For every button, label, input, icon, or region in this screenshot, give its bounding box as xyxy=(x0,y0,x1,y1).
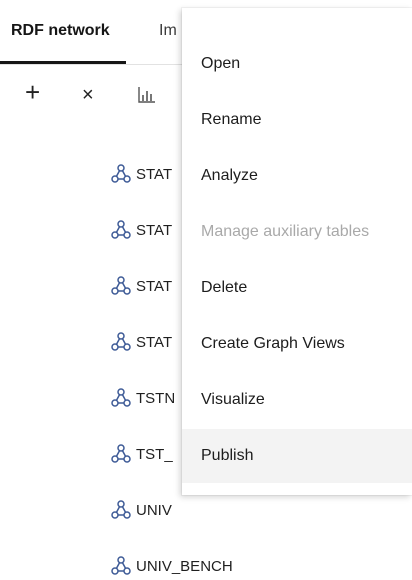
chart-icon[interactable] xyxy=(137,86,157,107)
network-row[interactable]: UNIV_BENCH xyxy=(110,552,233,580)
remove-icon[interactable]: × xyxy=(82,85,94,105)
network-row[interactable]: TST_ xyxy=(110,440,173,468)
network-row[interactable]: STAT xyxy=(110,216,172,244)
tab-rdf-network[interactable]: RDF network xyxy=(0,22,126,64)
network-name: STAT xyxy=(136,221,173,239)
graph-icon xyxy=(111,332,131,351)
tab-import[interactable]: Im xyxy=(159,22,177,40)
graph-icon xyxy=(111,276,131,295)
graph-icon xyxy=(111,388,131,407)
network-name: TSTN xyxy=(136,389,176,407)
tab-label: RDF network xyxy=(11,22,110,39)
network-name: TST_ xyxy=(136,445,173,463)
network-name: UNIV xyxy=(136,501,172,519)
context-menu: Open Rename Analyze Manage auxiliary tables… xyxy=(182,8,412,495)
network-name: UNIV_BENCH xyxy=(136,557,233,575)
network-row[interactable]: UNIV xyxy=(110,496,172,524)
network-name: STAT xyxy=(136,165,173,183)
add-icon[interactable]: + xyxy=(25,79,40,105)
graph-icon xyxy=(111,444,131,463)
menu-item-manage-auxiliary-tables: Manage auxiliary tables xyxy=(201,223,370,240)
graph-icon xyxy=(111,220,131,239)
menu-item-delete[interactable]: Delete xyxy=(182,261,412,315)
network-row[interactable]: TSTN xyxy=(110,384,175,412)
menu-item-publish[interactable]: Publish xyxy=(182,429,412,483)
active-tab-indicator xyxy=(0,61,126,64)
network-row[interactable]: STAT xyxy=(110,160,172,188)
tab-label: Im xyxy=(159,22,177,39)
graph-icon xyxy=(111,556,131,575)
graph-icon xyxy=(111,500,131,519)
network-name: STAT xyxy=(136,277,173,295)
network-row[interactable]: STAT xyxy=(110,328,172,356)
network-row[interactable]: STAT xyxy=(110,272,172,300)
menu-item-analyze[interactable]: Analyze xyxy=(182,149,412,203)
menu-item-create-graph-views[interactable]: Create Graph Views xyxy=(182,317,412,371)
menu-item-visualize[interactable]: Visualize xyxy=(182,373,412,427)
menu-item-rename[interactable]: Rename xyxy=(182,93,412,147)
network-name: STAT xyxy=(136,333,173,351)
menu-item-open[interactable]: Open xyxy=(182,37,412,91)
graph-icon xyxy=(111,164,131,183)
